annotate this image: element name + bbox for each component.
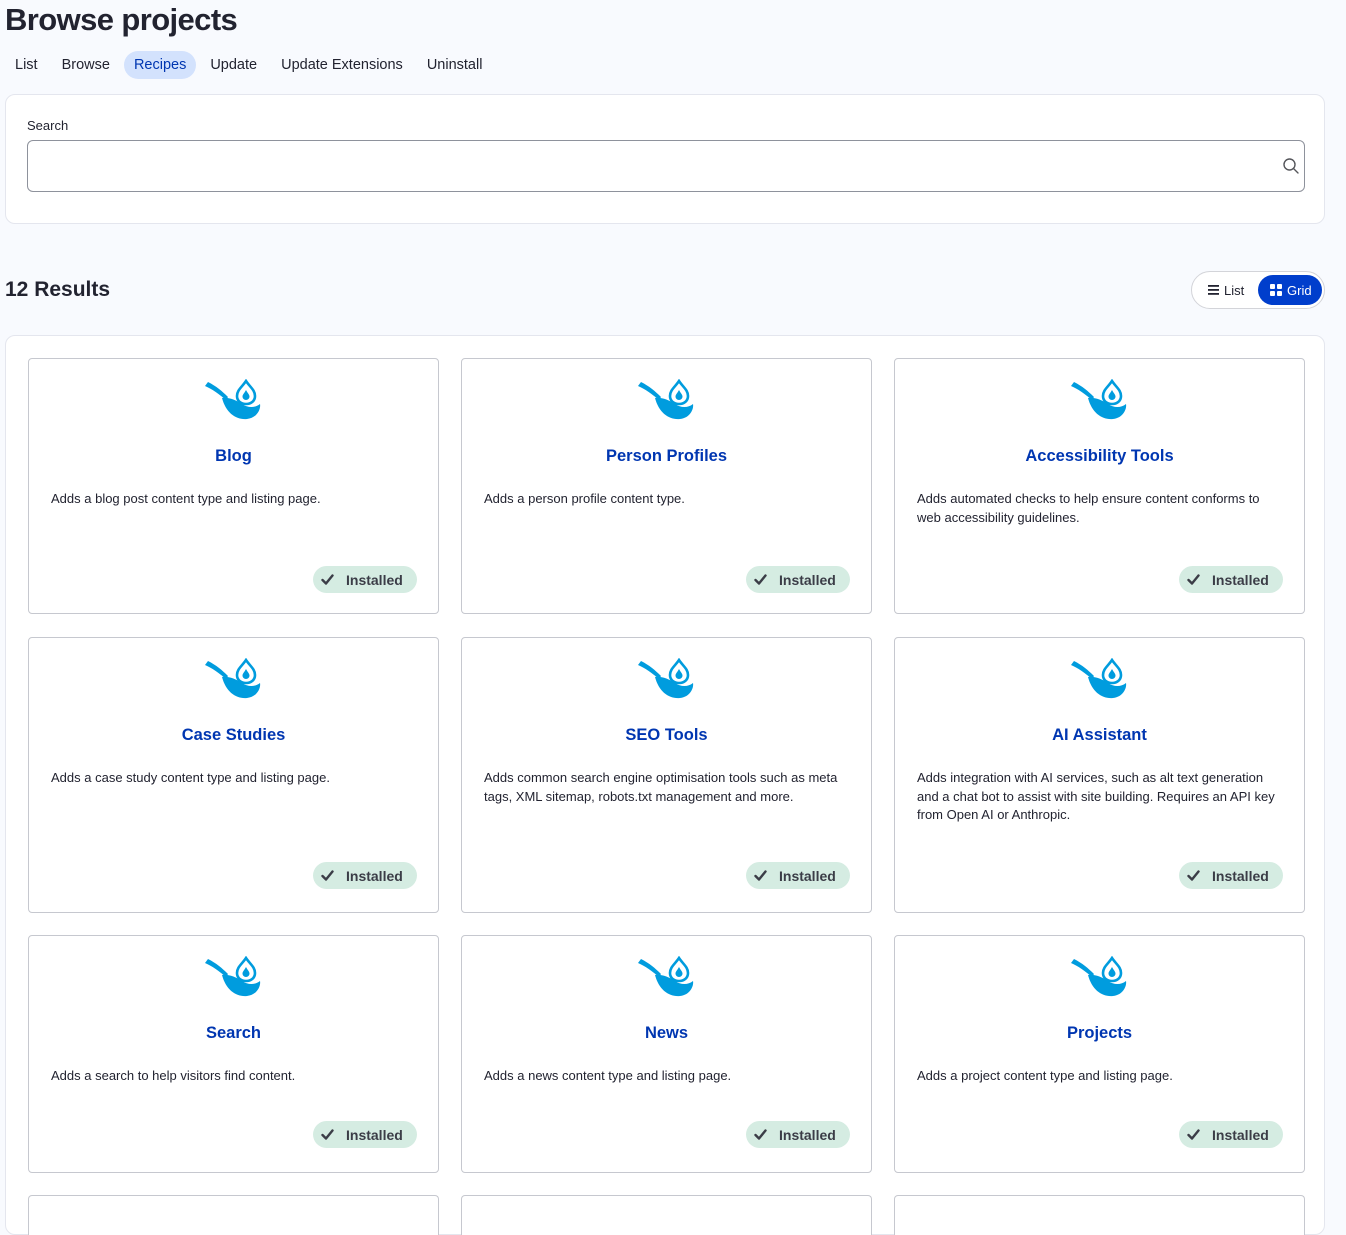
recipe-card: Person Profiles Adds a person profile co…: [461, 358, 872, 614]
tab-recipes[interactable]: Recipes: [123, 51, 197, 79]
search-panel: Search: [5, 94, 1325, 224]
search-box: [27, 140, 1305, 192]
grid-icon: [1270, 284, 1282, 296]
tab-browse[interactable]: Browse: [52, 51, 120, 79]
status-label: Installed: [1212, 867, 1269, 884]
checkmark-icon: [754, 869, 767, 882]
recipe-pan-icon: [204, 658, 264, 704]
tab-update[interactable]: Update: [200, 51, 267, 79]
card-title[interactable]: Blog: [29, 447, 438, 466]
checkmark-icon: [1187, 869, 1200, 882]
card-title[interactable]: AI Assistant: [895, 726, 1304, 745]
checkmark-icon: [754, 573, 767, 586]
status-label: Installed: [779, 867, 836, 884]
grid-view-label: Grid: [1287, 282, 1312, 298]
checkmark-icon: [754, 1128, 767, 1141]
recipe-pan-icon: [204, 956, 264, 1002]
recipe-pan-icon: [1070, 658, 1130, 704]
list-view-button[interactable]: List: [1204, 275, 1248, 305]
status-badge: Installed: [313, 862, 417, 889]
checkmark-icon: [1187, 573, 1200, 586]
view-toggle: List Grid: [1191, 271, 1325, 309]
page-title: Browse projects: [5, 2, 238, 37]
status-badge: Installed: [746, 566, 850, 593]
card-description: Adds common search engine optimisation t…: [484, 770, 838, 804]
recipe-card: Accessibility Tools Adds automated check…: [894, 358, 1305, 614]
card-description: Adds a news content type and listing pag…: [484, 1068, 732, 1083]
status-label: Installed: [1212, 571, 1269, 588]
search-icon[interactable]: [1282, 157, 1300, 175]
recipe-card: SEO Tools Adds common search engine opti…: [461, 637, 872, 913]
recipe-card: Search Adds a search to help visitors fi…: [28, 935, 439, 1173]
grid-view-button[interactable]: Grid: [1258, 275, 1322, 305]
recipe-card: AI Assistant Adds integration with AI se…: [894, 637, 1305, 913]
recipe-card: [894, 1195, 1305, 1235]
checkmark-icon: [321, 1128, 334, 1141]
recipe-card: [28, 1195, 439, 1235]
status-badge: Installed: [313, 566, 417, 593]
recipe-card: News Adds a news content type and listin…: [461, 935, 872, 1173]
card-title[interactable]: Accessibility Tools: [895, 447, 1304, 466]
card-description: Adds a blog post content type and listin…: [51, 491, 321, 506]
card-description: Adds integration with AI services, such …: [917, 770, 1275, 822]
status-badge: Installed: [313, 1121, 417, 1148]
results-count: 12 Results: [5, 278, 111, 301]
list-icon: [1208, 285, 1219, 295]
recipe-pan-icon: [1070, 379, 1130, 425]
card-description: Adds a person profile content type.: [484, 491, 685, 506]
status-badge: Installed: [746, 1121, 850, 1148]
status-label: Installed: [779, 1126, 836, 1143]
card-title[interactable]: Projects: [895, 1024, 1304, 1043]
card-description: Adds a search to help visitors find cont…: [51, 1068, 296, 1083]
card-title[interactable]: Case Studies: [29, 726, 438, 745]
card-description: Adds a case study content type and listi…: [51, 770, 330, 785]
tab-update-extensions[interactable]: Update Extensions: [271, 51, 413, 79]
recipe-pan-icon: [637, 379, 697, 425]
card-title[interactable]: Search: [29, 1024, 438, 1043]
recipe-card: [461, 1195, 872, 1235]
recipe-pan-icon: [1070, 956, 1130, 1002]
recipe-pan-icon: [637, 956, 697, 1002]
checkmark-icon: [1187, 1128, 1200, 1141]
card-description: Adds automated checks to help ensure con…: [917, 491, 1260, 525]
status-badge: Installed: [1179, 1121, 1283, 1148]
status-label: Installed: [1212, 1126, 1269, 1143]
recipe-card: Projects Adds a project content type and…: [894, 935, 1305, 1173]
status-label: Installed: [346, 571, 403, 588]
card-description: Adds a project content type and listing …: [917, 1068, 1173, 1083]
recipe-card: Case Studies Adds a case study content t…: [28, 637, 439, 913]
card-title[interactable]: SEO Tools: [462, 726, 871, 745]
search-label: Search: [27, 118, 69, 133]
checkmark-icon: [321, 869, 334, 882]
results-grid: Blog Adds a blog post content type and l…: [5, 335, 1325, 1235]
secondary-tabs: List Browse Recipes Update Update Extens…: [5, 51, 492, 79]
status-badge: Installed: [746, 862, 850, 889]
recipe-card: Blog Adds a blog post content type and l…: [28, 358, 439, 614]
card-title[interactable]: News: [462, 1024, 871, 1043]
status-label: Installed: [779, 571, 836, 588]
checkmark-icon: [321, 573, 334, 586]
status-label: Installed: [346, 867, 403, 884]
status-badge: Installed: [1179, 862, 1283, 889]
search-input[interactable]: [28, 141, 1286, 189]
recipe-pan-icon: [637, 658, 697, 704]
status-label: Installed: [346, 1126, 403, 1143]
card-title[interactable]: Person Profiles: [462, 447, 871, 466]
status-badge: Installed: [1179, 566, 1283, 593]
list-view-label: List: [1224, 282, 1245, 298]
tab-list[interactable]: List: [5, 51, 48, 79]
recipe-pan-icon: [204, 379, 264, 425]
tab-uninstall[interactable]: Uninstall: [417, 51, 493, 79]
